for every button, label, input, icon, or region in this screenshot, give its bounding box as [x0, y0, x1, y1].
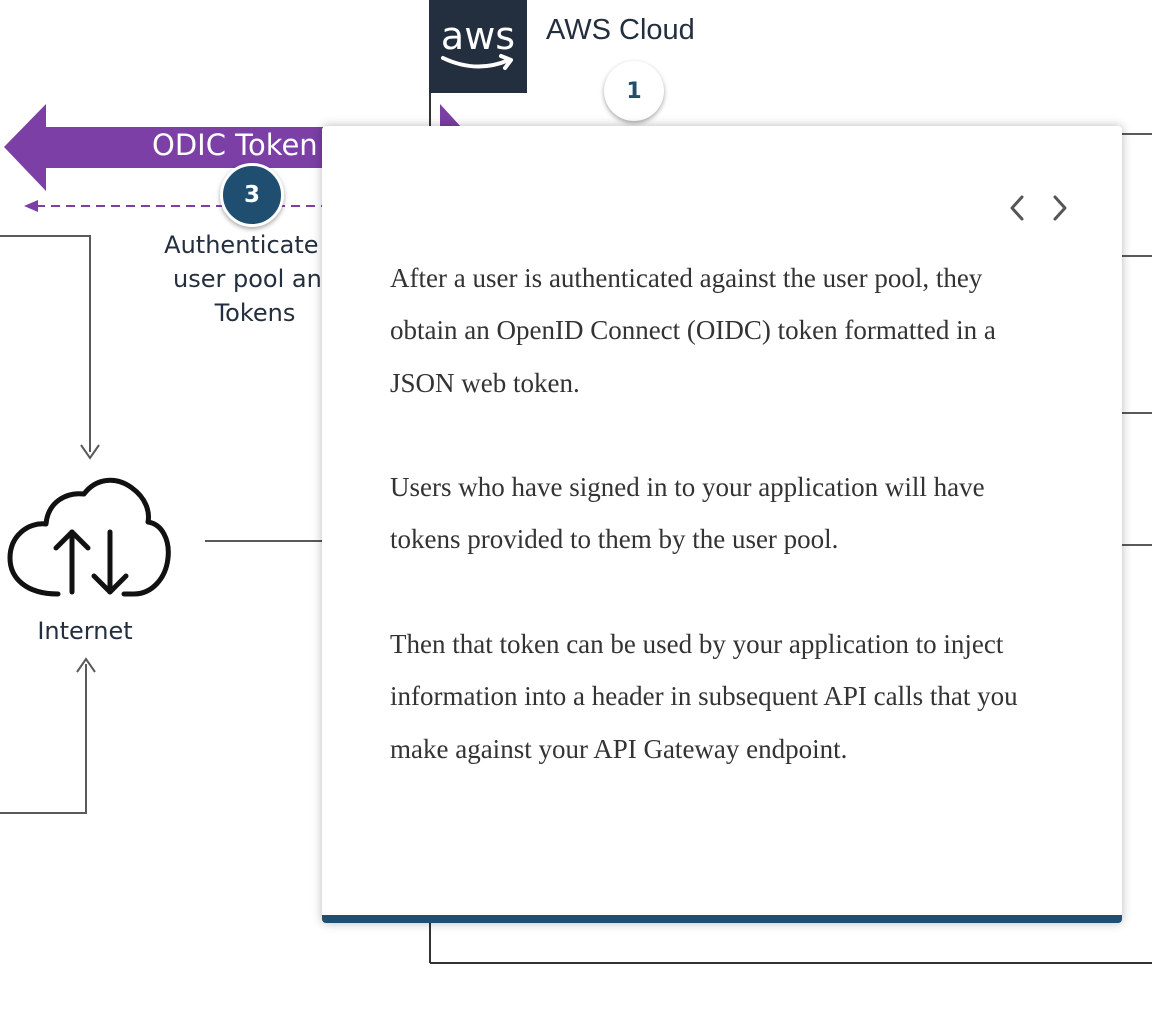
odic-token-label: ODIC Token: [152, 128, 318, 162]
popover-body: After a user is authenticated against th…: [390, 252, 1030, 775]
step-badge-3[interactable]: 3: [220, 163, 284, 227]
popover-paragraph: Then that token can be used by your appl…: [390, 629, 1018, 764]
dashed-arrowhead: [24, 200, 38, 212]
step-badge-1[interactable]: 1: [604, 61, 664, 121]
popover-paragraph: After a user is authenticated against th…: [390, 263, 996, 398]
connector-top: [0, 235, 91, 452]
purple-marker: [440, 104, 462, 128]
aws-logo: aws: [429, 0, 527, 93]
popover-paragraph: Users who have signed in to your applica…: [390, 472, 985, 555]
aws-smile-icon: [441, 54, 513, 70]
chevron-right-icon: [1053, 195, 1067, 221]
previous-step-button[interactable]: [1002, 190, 1032, 226]
chevron-left-icon: [1010, 195, 1024, 221]
aws-cloud-label: AWS Cloud: [546, 14, 695, 46]
internet-label: Internet: [37, 617, 133, 645]
cloud-upload-download-icon: [7, 477, 171, 597]
connector-bottom: [0, 664, 87, 814]
next-step-button[interactable]: [1045, 190, 1075, 226]
